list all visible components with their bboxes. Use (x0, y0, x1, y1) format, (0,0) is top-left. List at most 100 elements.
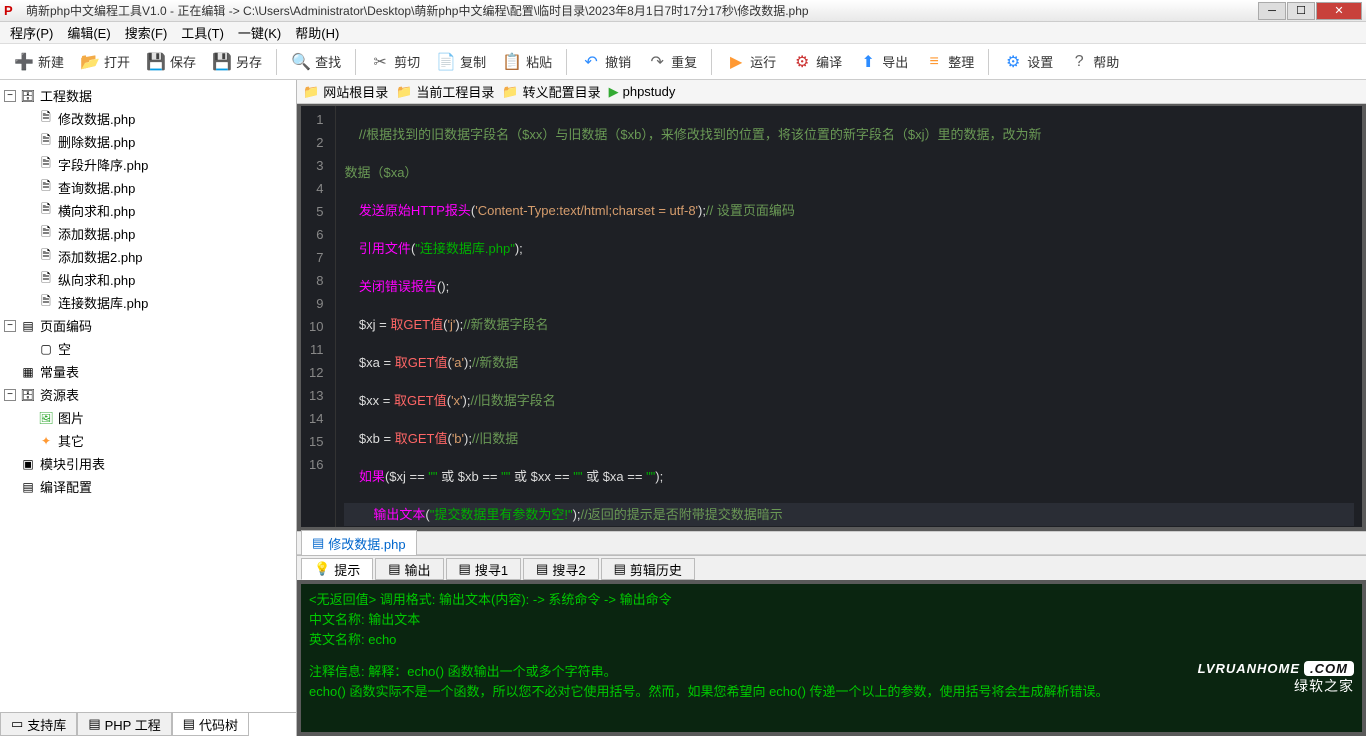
arrange-label: 整理 (948, 52, 974, 71)
path-trans[interactable]: 📁转义配置目录 (502, 82, 600, 101)
line-gutter: 1 2345678910111213141516 (301, 106, 336, 527)
php-icon: 🗎 (38, 203, 54, 219)
otab-search2[interactable]: ▤搜寻2 (523, 558, 599, 580)
arrange-button[interactable]: ≡整理 (918, 48, 980, 76)
tree-file[interactable]: 🗎字段升降序.php (4, 153, 292, 176)
copy-label: 复制 (460, 52, 486, 71)
tree-consts[interactable]: ▦常量表 (4, 360, 292, 383)
tab-code[interactable]: ▤代码树 (172, 713, 249, 736)
star-icon: ✦ (38, 433, 54, 449)
tree-file[interactable]: 🗎查询数据.php (4, 176, 292, 199)
tree-label: 编译配置 (40, 477, 92, 496)
page-icon: ▤ (20, 318, 36, 334)
tree-empty[interactable]: ▢空 (4, 337, 292, 360)
project-tree[interactable]: −🗄工程数据 🗎修改数据.php 🗎删除数据.php 🗎字段升降序.php 🗎查… (0, 80, 296, 712)
close-button[interactable]: ✕ (1316, 2, 1362, 20)
collapse-icon[interactable]: − (4, 320, 16, 332)
menu-onekey[interactable]: 一键(K) (232, 21, 287, 44)
menu-help[interactable]: 帮助(H) (289, 21, 345, 44)
file-icon: ▤ (312, 535, 324, 551)
collapse-icon[interactable]: − (4, 90, 16, 102)
otab-clip[interactable]: ▤剪辑历史 (601, 558, 695, 580)
tree-proj-root[interactable]: −🗄工程数据 (4, 84, 292, 107)
compile-button[interactable]: ⚙编译 (786, 48, 848, 76)
folder-icon: 📂 (80, 52, 100, 72)
tree-file[interactable]: 🗎修改数据.php (4, 107, 292, 130)
otab-label: 搜寻2 (552, 560, 585, 579)
path-root[interactable]: 📁网站根目录 (303, 82, 388, 101)
list-icon: ▤ (388, 561, 400, 577)
separator (711, 49, 712, 75)
otab-search1[interactable]: ▤搜寻1 (446, 558, 522, 580)
tree-other[interactable]: ✦其它 (4, 429, 292, 452)
undo-button[interactable]: ↶撤销 (575, 48, 637, 76)
sidebar: −🗄工程数据 🗎修改数据.php 🗎删除数据.php 🗎字段升降序.php 🗎查… (0, 80, 297, 736)
tree-compile[interactable]: ▤编译配置 (4, 475, 292, 498)
tree-img[interactable]: 🖼图片 (4, 406, 292, 429)
save-button[interactable]: 💾保存 (140, 48, 202, 76)
new-label: 新建 (38, 52, 64, 71)
copy-icon: 📄 (436, 52, 456, 72)
help-button[interactable]: ?帮助 (1063, 48, 1125, 76)
output-content[interactable]: <无返回值> 调用格式: 输出文本(内容): -> 系统命令 -> 输出命令 中… (297, 580, 1366, 736)
list-icon: ▤ (614, 561, 626, 577)
menu-program[interactable]: 程序(P) (4, 21, 59, 44)
tree-res[interactable]: −🗄资源表 (4, 383, 292, 406)
tree-file[interactable]: 🗎删除数据.php (4, 130, 292, 153)
save-label: 保存 (170, 52, 196, 71)
code-content[interactable]: //根据找到的旧数据字段名（$xx）与旧数据（$xb），来修改找到的位置，将该位… (336, 106, 1362, 527)
cut-label: 剪切 (394, 52, 420, 71)
settings-button[interactable]: ⚙设置 (997, 48, 1059, 76)
tree-file[interactable]: 🗎添加数据2.php (4, 245, 292, 268)
copy-button[interactable]: 📄复制 (430, 48, 492, 76)
tree-modref[interactable]: ▣模块引用表 (4, 452, 292, 475)
tab-php[interactable]: ▤PHP 工程 (77, 713, 171, 736)
code-editor[interactable]: 1 2345678910111213141516 //根据找到的旧数据字段名（$… (297, 104, 1366, 531)
tree-label: 工程数据 (40, 86, 92, 105)
menu-tool[interactable]: 工具(T) (175, 21, 230, 44)
saveas-button[interactable]: 💾另存 (206, 48, 268, 76)
minimize-button[interactable]: ─ (1258, 2, 1286, 20)
output-line: 英文名称: echo (309, 630, 1354, 650)
tree-file[interactable]: 🗎添加数据.php (4, 222, 292, 245)
image-icon: 🖼 (38, 410, 54, 426)
list-icon: ▤ (459, 561, 471, 577)
export-icon: ⬆ (858, 52, 878, 72)
php-icon: 🗎 (38, 111, 54, 127)
redo-icon: ↷ (647, 52, 667, 72)
bulb-icon: 💡 (314, 561, 330, 577)
run-button[interactable]: ▶运行 (720, 48, 782, 76)
page-icon: ▤ (88, 716, 100, 732)
tree-file[interactable]: 🗎连接数据库.php (4, 291, 292, 314)
tree-file-label: 添加数据.php (58, 224, 135, 243)
path-label: 网站根目录 (323, 82, 388, 101)
help-icon: ? (1069, 52, 1089, 72)
compile-icon: ⚙ (792, 52, 812, 72)
tree-file-label: 连接数据库.php (58, 293, 148, 312)
output-tabs: 💡提示 ▤输出 ▤搜寻1 ▤搜寻2 ▤剪辑历史 (297, 556, 1366, 580)
tab-lib[interactable]: ▭支持库 (0, 713, 77, 736)
export-button[interactable]: ⬆导出 (852, 48, 914, 76)
tree-file[interactable]: 🗎横向求和.php (4, 199, 292, 222)
menu-edit[interactable]: 编辑(E) (61, 21, 116, 44)
open-button[interactable]: 📂打开 (74, 48, 136, 76)
collapse-icon[interactable]: − (4, 389, 16, 401)
find-button[interactable]: 🔍查找 (285, 48, 347, 76)
cut-button[interactable]: ✂剪切 (364, 48, 426, 76)
new-button[interactable]: ➕新建 (8, 48, 70, 76)
tree-encoding[interactable]: −▤页面编码 (4, 314, 292, 337)
paste-button[interactable]: 📋粘贴 (496, 48, 558, 76)
menu-search[interactable]: 搜索(F) (119, 21, 174, 44)
php-icon: 🗎 (38, 180, 54, 196)
php-icon: 🗎 (38, 295, 54, 311)
config-icon: ▤ (20, 479, 36, 495)
otab-hint[interactable]: 💡提示 (301, 558, 373, 580)
maximize-button[interactable]: ☐ (1287, 2, 1315, 20)
redo-button[interactable]: ↷重复 (641, 48, 703, 76)
otab-output[interactable]: ▤输出 (375, 558, 443, 580)
path-phpstudy[interactable]: ▶phpstudy (609, 84, 676, 100)
tree-file[interactable]: 🗎纵向求和.php (4, 268, 292, 291)
path-curproj[interactable]: 📁当前工程目录 (396, 82, 494, 101)
otab-label: 搜寻1 (475, 560, 508, 579)
file-tab-active[interactable]: ▤修改数据.php (301, 530, 417, 557)
